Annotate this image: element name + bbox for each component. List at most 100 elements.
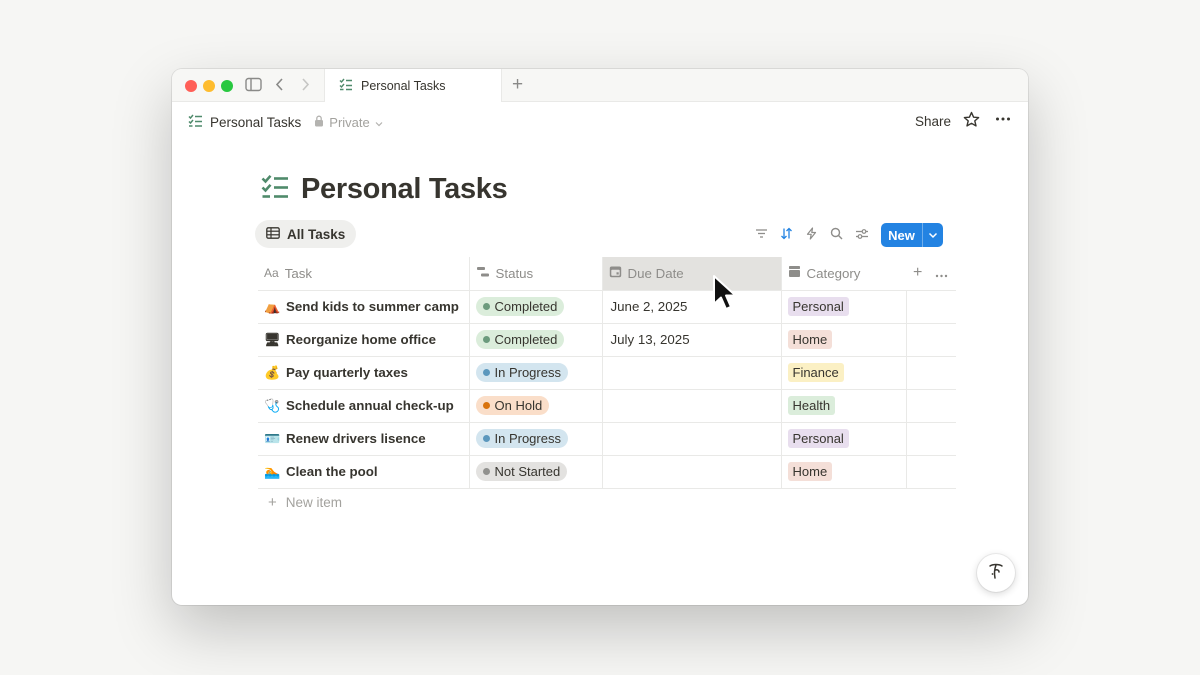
status-dot <box>482 468 490 475</box>
task-cell[interactable]: 🏊 Clean the pool <box>258 455 469 489</box>
minimize-window-button[interactable] <box>203 80 215 92</box>
status-badge: Completed <box>475 297 565 316</box>
mouse-cursor-icon <box>712 274 738 317</box>
empty-cell <box>905 356 956 390</box>
status-label: Completed <box>494 332 558 347</box>
close-window-button[interactable] <box>185 80 197 92</box>
column-header-task[interactable]: Aa Task <box>258 257 469 291</box>
sidebar-toggle-icon[interactable] <box>245 77 262 96</box>
browser-tab[interactable]: Personal Tasks <box>324 69 502 102</box>
more-icon[interactable] <box>995 110 1011 132</box>
status-badge: Completed <box>475 330 565 349</box>
search-icon[interactable] <box>829 226 844 241</box>
status-cell[interactable]: Not Started <box>468 455 602 489</box>
privacy-selector[interactable]: Private <box>314 115 383 130</box>
maximize-window-button[interactable] <box>221 80 233 92</box>
status-cell[interactable]: Completed <box>468 323 602 357</box>
table-row[interactable]: 🏊 Clean the pool Not Started Home <box>258 455 956 489</box>
due-date-value <box>609 365 611 380</box>
task-title: Schedule annual check-up <box>286 398 454 413</box>
new-button[interactable]: New <box>881 223 943 247</box>
share-button[interactable]: Share <box>915 114 951 129</box>
table-row[interactable]: 🪪 Renew drivers lisence In Progress Persona… <box>258 422 956 456</box>
task-title: Clean the pool <box>286 464 378 479</box>
page-title: Personal Tasks <box>261 173 508 206</box>
settings-icon[interactable] <box>854 226 869 241</box>
chevron-down-icon[interactable] <box>922 223 943 247</box>
empty-cell <box>905 323 956 357</box>
column-header-category[interactable]: Category <box>780 257 906 291</box>
due-date-cell[interactable]: July 13, 2025 <box>601 323 781 357</box>
tasks-table: Aa Task Status Due Date Category + ⛺ Sen… <box>258 257 956 489</box>
task-cell[interactable]: 🪪 Renew drivers lisence <box>258 422 469 456</box>
breadcrumb-label: Personal Tasks <box>210 114 302 130</box>
category-cell[interactable]: Home <box>780 323 906 357</box>
forward-arrow-icon[interactable] <box>300 77 310 96</box>
sort-icon[interactable] <box>779 226 794 241</box>
due-date-cell[interactable]: June 2, 2025 <box>601 290 781 324</box>
category-tag: Finance <box>787 363 844 382</box>
status-cell[interactable]: In Progress <box>468 422 602 456</box>
help-icon <box>986 561 1006 586</box>
breadcrumb[interactable]: Personal Tasks <box>188 114 301 131</box>
table-row[interactable]: 🩺 Schedule annual check-up On Hold Health <box>258 389 956 423</box>
category-tag: Personal <box>787 429 849 448</box>
table-row[interactable]: ⛺ Send kids to summer camp Completed June 2… <box>258 290 956 324</box>
task-cell[interactable]: 💰 Pay quarterly taxes <box>258 356 469 390</box>
column-header-status[interactable]: Status <box>468 257 602 291</box>
task-title: Pay quarterly taxes <box>286 365 408 380</box>
due-date-cell[interactable] <box>601 455 781 489</box>
status-label: On Hold <box>494 398 543 413</box>
category-cell[interactable]: Personal <box>780 422 906 456</box>
task-emoji-icon: 🏊 <box>264 463 281 479</box>
status-dot <box>482 369 490 376</box>
task-title: Reorganize home office <box>286 332 436 347</box>
more-icon[interactable] <box>935 266 948 281</box>
status-badge: In Progress <box>475 429 568 448</box>
new-item-label: New item <box>285 495 343 510</box>
category-cell[interactable]: Personal <box>780 290 906 324</box>
status-cell[interactable]: Completed <box>468 290 602 324</box>
filter-icon[interactable] <box>754 226 769 241</box>
checklist-icon <box>261 174 289 205</box>
task-title: Send kids to summer camp <box>286 299 459 314</box>
column-header-due-date[interactable]: Due Date <box>601 257 781 291</box>
view-tab-all-tasks[interactable]: All Tasks <box>255 220 357 248</box>
help-button[interactable] <box>977 554 1015 592</box>
status-badge: On Hold <box>475 396 550 415</box>
category-icon <box>788 265 801 281</box>
new-item-row[interactable]: + New item <box>268 494 342 511</box>
status-label: In Progress <box>494 431 561 446</box>
empty-cell <box>905 455 956 489</box>
new-tab-button[interactable]: + <box>512 75 523 95</box>
star-icon[interactable] <box>963 111 980 133</box>
lightning-icon[interactable] <box>804 226 819 241</box>
due-date-cell[interactable] <box>601 422 781 456</box>
due-date-value <box>609 464 611 479</box>
table-row[interactable]: 💰 Pay quarterly taxes In Progress Finance <box>258 356 956 390</box>
task-emoji-icon: 🪪 <box>264 430 281 446</box>
category-cell[interactable]: Finance <box>780 356 906 390</box>
back-arrow-icon[interactable] <box>275 77 285 96</box>
task-emoji-icon: 💰 <box>264 364 281 380</box>
table-row[interactable]: 🖥 Reorganize home office Completed July 13,… <box>258 323 956 357</box>
page-topbar: Personal Tasks Private Share <box>172 102 1028 142</box>
add-column-icon[interactable]: + <box>913 264 922 282</box>
task-cell[interactable]: 🩺 Schedule annual check-up <box>258 389 469 423</box>
task-cell[interactable]: 🖥 Reorganize home office <box>258 323 469 357</box>
due-date-value: June 2, 2025 <box>610 299 688 314</box>
text-type-icon: Aa <box>264 266 279 281</box>
status-cell[interactable]: On Hold <box>468 389 602 423</box>
due-date-cell[interactable] <box>601 389 781 423</box>
status-dot <box>482 336 490 343</box>
category-tag: Home <box>787 462 833 481</box>
task-cell[interactable]: ⛺ Send kids to summer camp <box>258 290 469 324</box>
category-cell[interactable]: Home <box>780 455 906 489</box>
category-cell[interactable]: Health <box>780 389 906 423</box>
status-dot <box>482 435 490 442</box>
status-cell[interactable]: In Progress <box>468 356 602 390</box>
due-date-cell[interactable] <box>601 356 781 390</box>
checklist-icon <box>339 78 353 94</box>
due-date-value <box>609 398 611 413</box>
checklist-icon <box>188 114 203 131</box>
